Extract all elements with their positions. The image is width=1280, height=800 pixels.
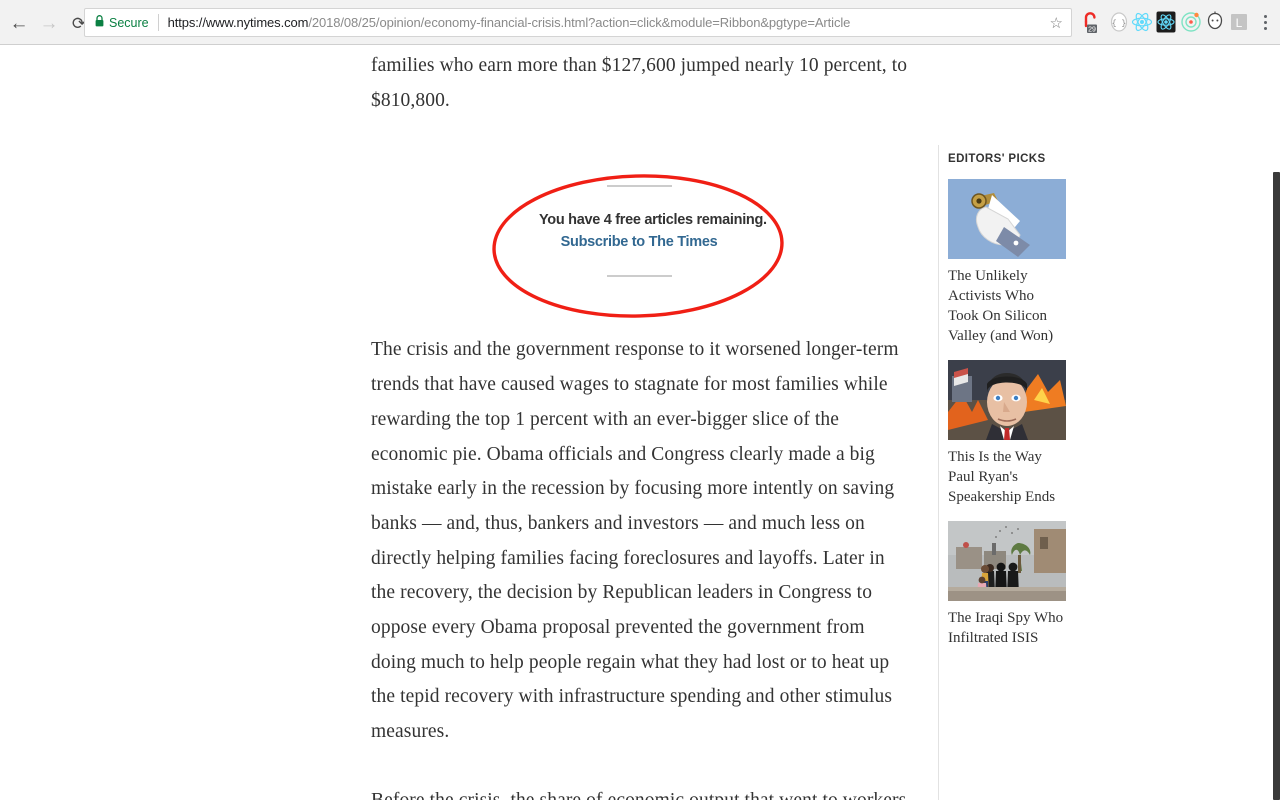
- article-paragraph-before: Before the crisis, the share of economic…: [371, 784, 911, 800]
- vertical-scrollbar[interactable]: [1268, 45, 1280, 800]
- editors-picks-heading: EDITORS' PICKS: [948, 153, 1046, 165]
- letter-l-icon[interactable]: L: [1227, 10, 1251, 34]
- react-devtools-dark-icon[interactable]: [1154, 10, 1178, 34]
- security-label: Secure: [109, 15, 149, 30]
- menu-dot: [1263, 14, 1267, 18]
- url-text: https://www.nytimes.com/2018/08/25/opini…: [168, 15, 1044, 30]
- paul-ryan-fire-illustration[interactable]: [948, 360, 1066, 440]
- list-item-title[interactable]: This Is the Way Paul Ryan's Speakership …: [948, 447, 1068, 507]
- back-arrow-icon[interactable]: ←: [6, 10, 32, 36]
- forward-arrow-icon[interactable]: →: [36, 10, 62, 36]
- article-paragraph-crisis: The crisis and the government response t…: [371, 339, 899, 743]
- iraqi-rooftop-photo[interactable]: [948, 521, 1066, 601]
- page-viewport: families who earn more than $127,600 jum…: [0, 45, 1280, 800]
- hand-doorknob-illustration[interactable]: [948, 179, 1066, 259]
- bird-icon[interactable]: [1203, 10, 1227, 34]
- browser-chrome: ← → ⟳ Secure https://www.nytimes.com/201…: [0, 0, 1280, 45]
- url-path: /2018/08/25/opinion/economy-financial-cr…: [308, 15, 851, 30]
- lock-icon: [95, 15, 104, 30]
- menu-dot: [1263, 20, 1267, 24]
- svg-text:L: L: [1236, 16, 1243, 30]
- subscribe-link[interactable]: Subscribe to The Times: [539, 234, 739, 250]
- list-item-title[interactable]: The Iraqi Spy Who Infiltrated ISIS: [948, 608, 1068, 648]
- paragraph-text-part1: Before the crisis, the share of economic…: [371, 790, 906, 800]
- json-braces-icon[interactable]: { }: [1107, 10, 1131, 34]
- paywall-meter: You have 4 free articles remaining. Subs…: [539, 185, 767, 277]
- article-body: families who earn more than $127,600 jum…: [371, 45, 911, 800]
- list-item[interactable]: The Iraqi Spy Who Infiltrated ISIS: [948, 521, 1068, 648]
- free-articles-remaining-text: You have 4 free articles remaining.: [539, 212, 767, 228]
- list-item-title[interactable]: The Unlikely Activists Who Took On Silic…: [948, 266, 1068, 346]
- radar-target-icon[interactable]: [1179, 10, 1203, 34]
- url-domain: https://www.nytimes.com: [167, 15, 309, 30]
- star-icon[interactable]: ☆: [1050, 14, 1063, 32]
- menu-dot: [1263, 26, 1267, 30]
- list-item[interactable]: The Unlikely Activists Who Took On Silic…: [948, 179, 1068, 346]
- meter-rule-top: [606, 185, 672, 187]
- scrollbar-thumb[interactable]: [1273, 172, 1280, 800]
- three-dot-menu-icon[interactable]: [1256, 9, 1274, 35]
- svg-text:{ }: { }: [1112, 20, 1126, 29]
- svg-text:29: 29: [1088, 26, 1096, 33]
- meter-rule-bottom: [606, 275, 672, 277]
- sidebar-divider: [938, 145, 939, 800]
- security-badge: Secure: [95, 15, 149, 30]
- react-devtools-icon[interactable]: [1130, 10, 1154, 34]
- editors-picks-section: EDITORS' PICKS The Unlikely Activists Wh…: [948, 153, 1068, 662]
- list-item[interactable]: This Is the Way Paul Ryan's Speakership …: [948, 360, 1068, 507]
- article-paragraph-intro: families who earn more than $127,600 jum…: [371, 55, 908, 111]
- address-bar[interactable]: Secure https://www.nytimes.com/2018/08/2…: [84, 8, 1072, 37]
- omnibox-divider: [157, 14, 159, 31]
- unhook-lock-icon[interactable]: 29: [1079, 10, 1103, 34]
